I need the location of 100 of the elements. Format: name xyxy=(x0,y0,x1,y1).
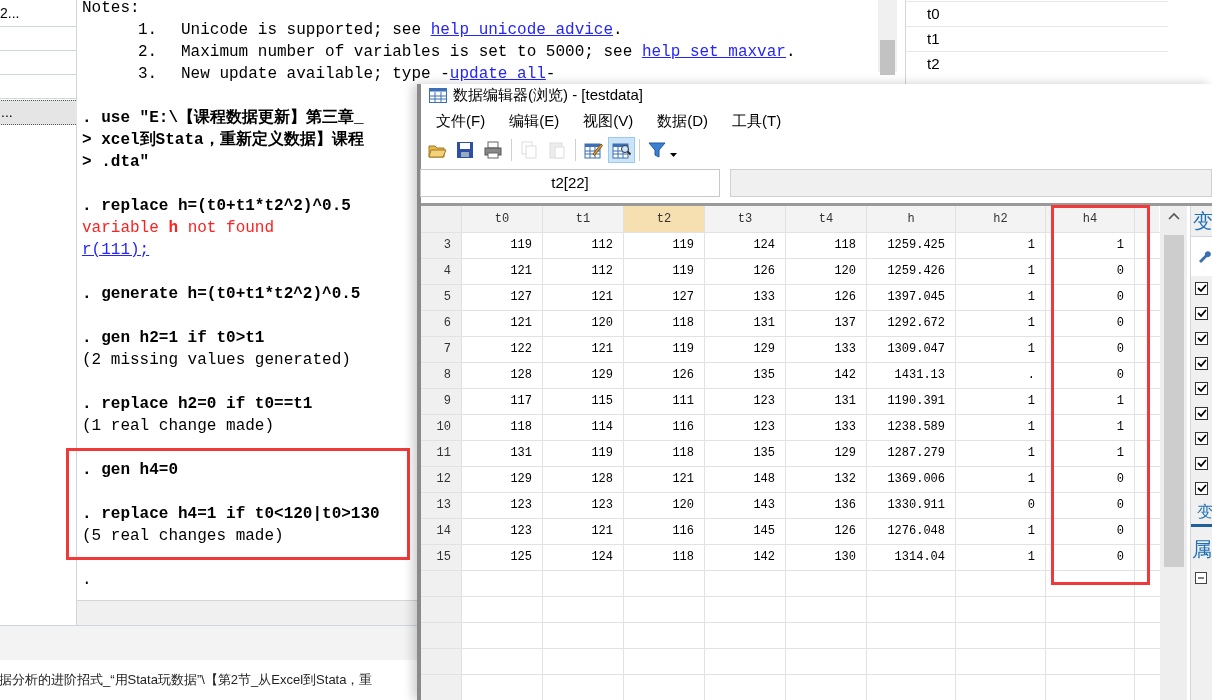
filter-icon xyxy=(648,141,667,160)
checkbox[interactable] xyxy=(1195,357,1208,370)
column-header[interactable]: t3 xyxy=(705,206,786,232)
return-code-link[interactable]: r(111); xyxy=(82,241,150,259)
checkbox[interactable] xyxy=(1195,307,1208,320)
command-line: . replace h4=1 if t0<120|t0>130 xyxy=(82,505,380,523)
checkbox[interactable] xyxy=(1195,457,1208,470)
cell-name-field[interactable]: t2[22] xyxy=(420,169,720,198)
row-number[interactable]: 15 xyxy=(421,545,462,570)
command-line: > xcel到Stata，重新定义数据】课程 xyxy=(82,131,364,149)
table-cell: 133 xyxy=(786,337,867,362)
table-cell: 119 xyxy=(543,441,624,466)
table-cell: 145 xyxy=(705,519,786,544)
scrollbar[interactable] xyxy=(878,0,897,72)
column-header[interactable]: t1 xyxy=(543,206,624,232)
output-text: . xyxy=(82,571,92,589)
menu-item[interactable]: 文件(F) xyxy=(426,110,496,133)
paste-icon xyxy=(548,141,567,160)
table-cell: 124 xyxy=(543,545,624,570)
checkbox[interactable] xyxy=(1195,482,1208,495)
checkbox[interactable] xyxy=(1195,332,1208,345)
table-cell: 131 xyxy=(705,311,786,336)
variable-name[interactable]: t2 xyxy=(927,52,940,76)
list-item[interactable]: ... xyxy=(0,100,78,125)
table-cell: 120 xyxy=(543,311,624,336)
menu-item[interactable]: 视图(V) xyxy=(573,110,644,133)
help-link[interactable]: help set maxvar xyxy=(641,43,786,61)
column-header[interactable]: h2 xyxy=(956,206,1046,232)
row-number[interactable]: 5 xyxy=(421,285,462,310)
column-header[interactable]: t4 xyxy=(786,206,867,232)
menu-item[interactable]: 编辑(E) xyxy=(499,110,570,133)
panel-tab[interactable]: 变 xyxy=(1191,501,1212,527)
wrench-icon[interactable] xyxy=(1197,249,1211,264)
panel-title: 变 xyxy=(1192,209,1212,234)
table-cell: 131 xyxy=(462,441,543,466)
row-number[interactable]: 6 xyxy=(421,311,462,336)
scroll-up-icon[interactable] xyxy=(1167,212,1180,220)
checkbox[interactable] xyxy=(1195,382,1208,395)
collapse-icon[interactable] xyxy=(1195,572,1207,584)
table-cell: 118 xyxy=(462,415,543,440)
column-header[interactable]: h xyxy=(867,206,956,232)
scroll-thumb[interactable] xyxy=(1163,235,1184,567)
table-cell: 0 xyxy=(1046,285,1135,310)
table-cell: 1259.425 xyxy=(867,233,956,258)
column-header[interactable]: t2 xyxy=(624,206,705,232)
table-cell: 123 xyxy=(705,415,786,440)
table-cell: 1292.672 xyxy=(867,311,956,336)
table-cell: 1259.426 xyxy=(867,259,956,284)
row-number[interactable]: 4 xyxy=(421,259,462,284)
table-cell: 1397.045 xyxy=(867,285,956,310)
table-cell: 1287.279 xyxy=(867,441,956,466)
variable-name[interactable]: t0 xyxy=(927,2,940,26)
table-cell: 142 xyxy=(786,363,867,388)
row-number[interactable]: 3 xyxy=(421,233,462,258)
command-line: . generate h=(t0+t1*t2^2)^0.5 xyxy=(82,285,361,303)
table-cell: 1 xyxy=(956,311,1046,336)
row-number[interactable]: 12 xyxy=(421,467,462,492)
table-magnifier-button[interactable] xyxy=(608,137,635,164)
table-cell: 123 xyxy=(705,389,786,414)
table-pencil-icon xyxy=(584,141,603,160)
list-item[interactable]: 2... xyxy=(0,0,76,27)
table-cell: 137 xyxy=(786,311,867,336)
output-text: (1 real change made) xyxy=(82,417,275,435)
row-number[interactable]: 9 xyxy=(421,389,462,414)
note-number: 1. xyxy=(138,20,159,41)
checkbox[interactable] xyxy=(1195,432,1208,445)
column-header[interactable]: t0 xyxy=(462,206,543,232)
variable-name[interactable]: t1 xyxy=(927,27,940,51)
panel-title: 属 xyxy=(1191,537,1212,562)
row-number[interactable]: 10 xyxy=(421,415,462,440)
table-cell: 123 xyxy=(462,493,543,518)
table-cell: 121 xyxy=(462,259,543,284)
help-link[interactable]: update all xyxy=(449,65,546,83)
row-number[interactable]: 13 xyxy=(421,493,462,518)
table-cell: 118 xyxy=(624,311,705,336)
table-cell: 1 xyxy=(956,441,1046,466)
value-field[interactable] xyxy=(730,169,1212,198)
checkbox[interactable] xyxy=(1195,407,1208,420)
table-cell: 1 xyxy=(956,233,1046,258)
table-cell: 123 xyxy=(462,519,543,544)
row-number[interactable]: 14 xyxy=(421,519,462,544)
table-cell: 0 xyxy=(1046,337,1135,362)
help-link[interactable]: help unicode advice xyxy=(430,21,614,39)
menu-item[interactable]: 数据(D) xyxy=(647,110,718,133)
table-cell: 0 xyxy=(1046,363,1135,388)
checkbox[interactable] xyxy=(1195,282,1208,295)
row-number[interactable]: 8 xyxy=(421,363,462,388)
table-cell: 129 xyxy=(462,467,543,492)
table-cell: 1 xyxy=(956,545,1046,570)
caret-icon xyxy=(670,153,677,158)
table-cell: 127 xyxy=(462,285,543,310)
menu-item[interactable]: 工具(T) xyxy=(722,110,792,133)
table-cell: 1 xyxy=(1046,441,1135,466)
command-field[interactable] xyxy=(0,625,417,660)
table-cell: . xyxy=(956,363,1046,388)
table-cell: 135 xyxy=(705,363,786,388)
window-title: 数据编辑器(浏览) - [testdata] xyxy=(453,85,644,105)
row-number[interactable]: 11 xyxy=(421,441,462,466)
row-number[interactable]: 7 xyxy=(421,337,462,362)
output-text: Notes: xyxy=(82,0,140,17)
